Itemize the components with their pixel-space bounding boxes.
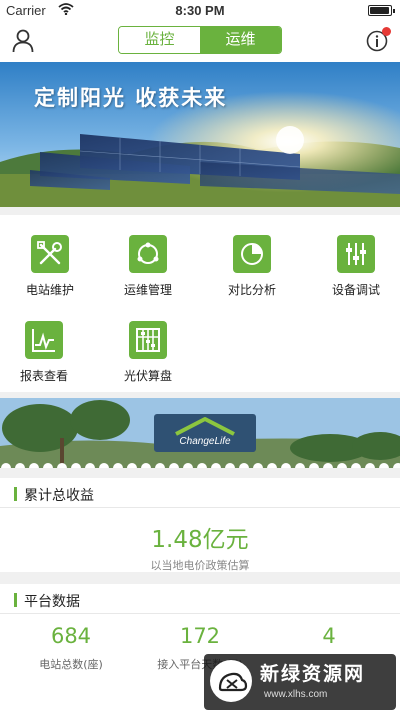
battery-icon: [368, 5, 395, 16]
stat-value: 4: [322, 624, 336, 648]
grid-item-station-maintenance[interactable]: 电站维护: [0, 235, 100, 298]
platform-title: 平台数据: [24, 594, 80, 610]
watermark-logo: [210, 660, 252, 702]
changelife-logo: ChangeLife: [154, 414, 256, 452]
grid-item-label: 设备调试: [331, 283, 380, 297]
divider: [0, 613, 400, 614]
tools-icon: [31, 235, 69, 273]
grid-item-label: 报表查看: [19, 369, 68, 383]
earnings-header: 累计总收益: [0, 478, 400, 508]
earnings-card: 累计总收益 1.48亿元 以当地电价政策估算: [0, 478, 400, 572]
section-marker: [14, 487, 17, 501]
stat-station-count: 684 电站总数(座): [4, 624, 138, 672]
notification-badge: [382, 27, 391, 36]
stat-third: 4: [262, 624, 396, 656]
earnings-value: 1.48亿元: [151, 527, 249, 553]
watermark-url: www.xlhs.com: [264, 689, 328, 700]
section-marker: [14, 593, 17, 607]
cycle-icon: [129, 235, 167, 273]
grid-item-ops-management[interactable]: 运维管理: [98, 235, 198, 298]
abacus-icon: [129, 321, 167, 359]
grid-item-pv-calculator[interactable]: 光伏算盘: [98, 321, 198, 384]
platform-header: 平台数据: [0, 584, 400, 614]
grid-item-label: 对比分析: [227, 283, 276, 297]
clock: 8:30 PM: [175, 3, 225, 18]
earnings-title: 累计总收益: [24, 488, 94, 504]
watermark-title: 新绿资源网: [260, 663, 366, 685]
banner-slogan: 定制阳光 收获未来: [34, 85, 228, 110]
grid-item-reports[interactable]: 报表查看: [0, 321, 94, 384]
grid-item-device-debug[interactable]: 设备调试: [306, 235, 400, 298]
user-icon[interactable]: [12, 29, 34, 53]
grid-item-label: 光伏算盘: [123, 369, 172, 383]
grid-item-label: 电站维护: [25, 283, 74, 297]
nav-bar: 监控 运维: [0, 20, 400, 62]
site-watermark: 新绿资源网 www.xlhs.com: [204, 654, 396, 710]
line-chart-icon: [25, 321, 63, 359]
status-bar: Carrier 8:30 PM: [0, 0, 400, 20]
info-button[interactable]: [366, 27, 391, 52]
tab-monitor[interactable]: 监控: [119, 27, 200, 53]
function-grid: 电站维护 运维管理 对比分析 设备调试 报表查看 光伏算盘: [0, 215, 400, 392]
pie-chart-icon: [233, 235, 271, 273]
promo-banner[interactable]: ChangeLife: [0, 398, 400, 468]
divider: [0, 507, 400, 508]
mode-switch: 监控 运维: [118, 26, 282, 54]
grid-item-label: 运维管理: [123, 283, 172, 297]
stat-value: 684: [50, 624, 92, 648]
grid-item-comparison[interactable]: 对比分析: [202, 235, 302, 298]
sliders-icon: [337, 235, 375, 273]
tab-operations[interactable]: 运维: [200, 27, 281, 53]
earnings-note: 以当地电价政策估算: [150, 559, 250, 572]
stat-value: 172: [179, 624, 221, 648]
stat-label: 电站总数(座): [39, 658, 103, 671]
banner-solar-panels[interactable]: 定制阳光 收获未来: [0, 62, 400, 207]
